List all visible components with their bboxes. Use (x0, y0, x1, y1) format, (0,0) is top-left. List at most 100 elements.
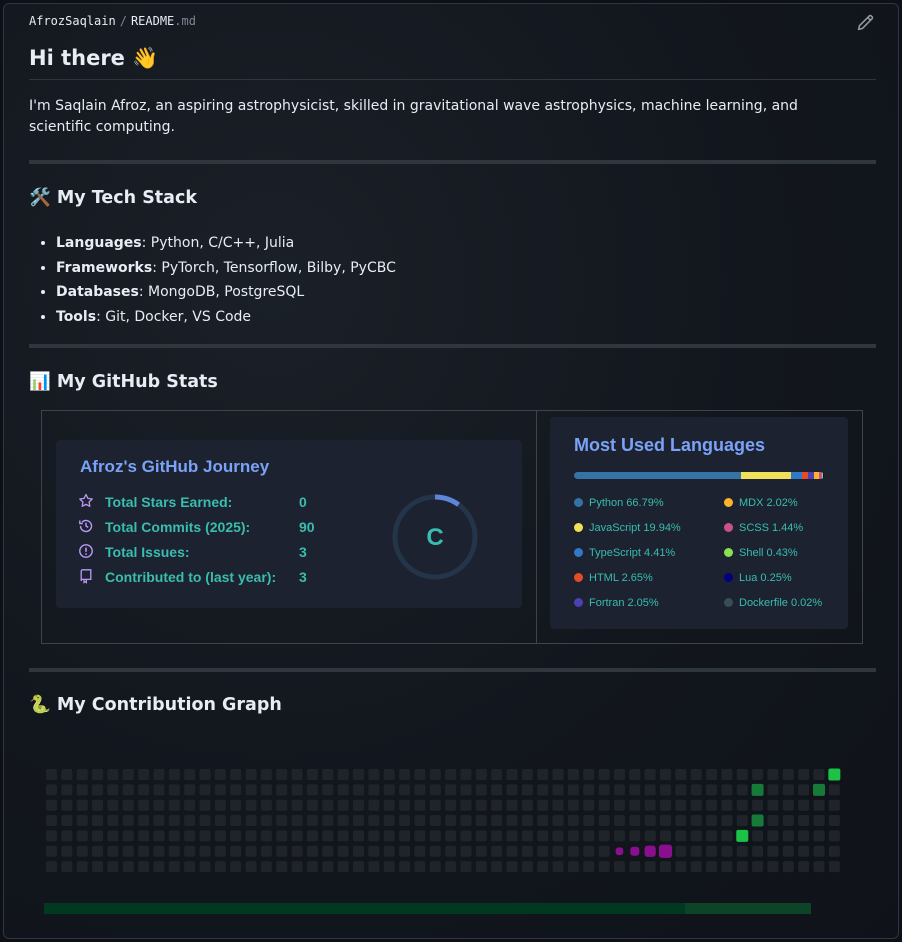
contribution-cell (291, 845, 303, 857)
contribution-cell (491, 830, 503, 842)
contribution-cell (260, 784, 272, 796)
contribution-cell (460, 830, 472, 842)
language-color-dot (574, 598, 583, 607)
contribution-cell (552, 845, 564, 857)
contribution-cell (491, 861, 503, 873)
rank-circle: C (392, 494, 478, 580)
contribution-cell (92, 861, 104, 873)
pencil-icon[interactable] (856, 14, 874, 32)
contribution-cell (598, 769, 610, 780)
snake-segment (615, 847, 624, 856)
contribution-cell (107, 799, 119, 811)
language-bar-segment (790, 472, 802, 479)
contribution-cell (706, 830, 718, 842)
contribution-cell (613, 799, 625, 811)
contribution-cell (414, 799, 426, 811)
contribution-cell (214, 830, 226, 842)
contribution-cell (230, 815, 242, 827)
contribution-cell (399, 784, 411, 796)
contribution-cell (184, 815, 196, 827)
rank-letter: C (426, 524, 443, 551)
contribution-cell (690, 799, 702, 811)
contribution-cell (675, 799, 687, 811)
contribution-cell (368, 769, 380, 780)
contribution-cell (460, 815, 472, 827)
language-item: Lua 0.25% (724, 572, 792, 584)
contribution-cell (629, 830, 641, 842)
contribution-cell (122, 769, 134, 780)
contribution-cell (260, 861, 272, 873)
contribution-cell (782, 815, 794, 827)
contribution-cell (199, 784, 211, 796)
contribution-cell (460, 769, 472, 780)
contribution-cell (122, 830, 134, 842)
contribution-cell (92, 830, 104, 842)
contribution-cell (76, 845, 88, 857)
contribution-cell (583, 845, 595, 857)
contribution-cell (798, 830, 810, 842)
breadcrumb-owner-link[interactable]: AfrozSaqlain (29, 14, 116, 28)
contribution-cell (153, 799, 165, 811)
contribution-cell (506, 769, 518, 780)
contribution-cell (537, 784, 549, 796)
languages-card-title: Most Used Languages (574, 435, 766, 455)
contribution-cell (399, 861, 411, 873)
contribution-cell (214, 861, 226, 873)
contribution-cell (276, 845, 288, 857)
contribution-cell (798, 784, 810, 796)
contribution-cell (613, 861, 625, 873)
contribution-cell (828, 830, 840, 842)
contribution-cell (399, 845, 411, 857)
contribution-cell (660, 861, 671, 873)
contribution-cell (168, 861, 180, 873)
contribution-cell (475, 815, 487, 827)
contribution-cell (721, 784, 733, 796)
contribution-graph (46, 768, 841, 873)
top-languages-card[interactable]: Most Used Languages Python 66.79% JavaScr… (550, 417, 848, 629)
contribution-cell (337, 784, 349, 796)
contribution-cell (567, 830, 579, 842)
language-bar-segment (740, 472, 791, 479)
contribution-cell (138, 784, 150, 796)
contribution-cell (721, 845, 733, 857)
contribution-cell (214, 845, 226, 857)
contribution-cell (383, 815, 395, 827)
contribution-cell (353, 845, 364, 857)
contribution-cell (138, 845, 150, 857)
contribution-cell (782, 769, 794, 780)
snake-progress-fill (44, 903, 686, 914)
contribution-cell (92, 799, 104, 811)
contribution-cell (122, 845, 134, 857)
contribution-cell (322, 769, 334, 780)
contribution-cell (429, 830, 441, 842)
contribution-cell (690, 769, 702, 780)
contribution-cell (675, 861, 687, 873)
contribution-cell (61, 845, 73, 857)
contribution-cell (690, 845, 702, 857)
contribution-cell (429, 784, 441, 796)
contribution-cell (721, 769, 733, 780)
contribution-cell (721, 861, 733, 873)
contribution-cell (168, 815, 180, 827)
contribution-cell (399, 769, 411, 780)
contribution-cell (138, 769, 150, 780)
contribution-cell (828, 815, 840, 827)
language-color-dot (724, 523, 733, 532)
contribution-cell (184, 799, 196, 811)
contribution-cell (767, 845, 779, 857)
contribution-cell (153, 769, 165, 780)
contribution-cell (414, 815, 426, 827)
contribution-cell (767, 799, 779, 811)
github-stats-card[interactable]: Afroz's GitHub Journey Total Stars Earne… (56, 440, 522, 608)
snake-segment (644, 845, 656, 857)
list-item: Frameworks: PyTorch, Tensorflow, Bilby, … (56, 256, 396, 281)
contribution-cell (813, 830, 825, 842)
contribution-cell (782, 861, 794, 873)
contribution-cell (736, 784, 748, 796)
contribution-cell (107, 861, 119, 873)
contribution-cell (353, 769, 364, 780)
contribution-cell (306, 830, 318, 842)
contribution-cell (660, 815, 671, 827)
contribution-cell (506, 845, 518, 857)
contribution-cell (506, 815, 518, 827)
